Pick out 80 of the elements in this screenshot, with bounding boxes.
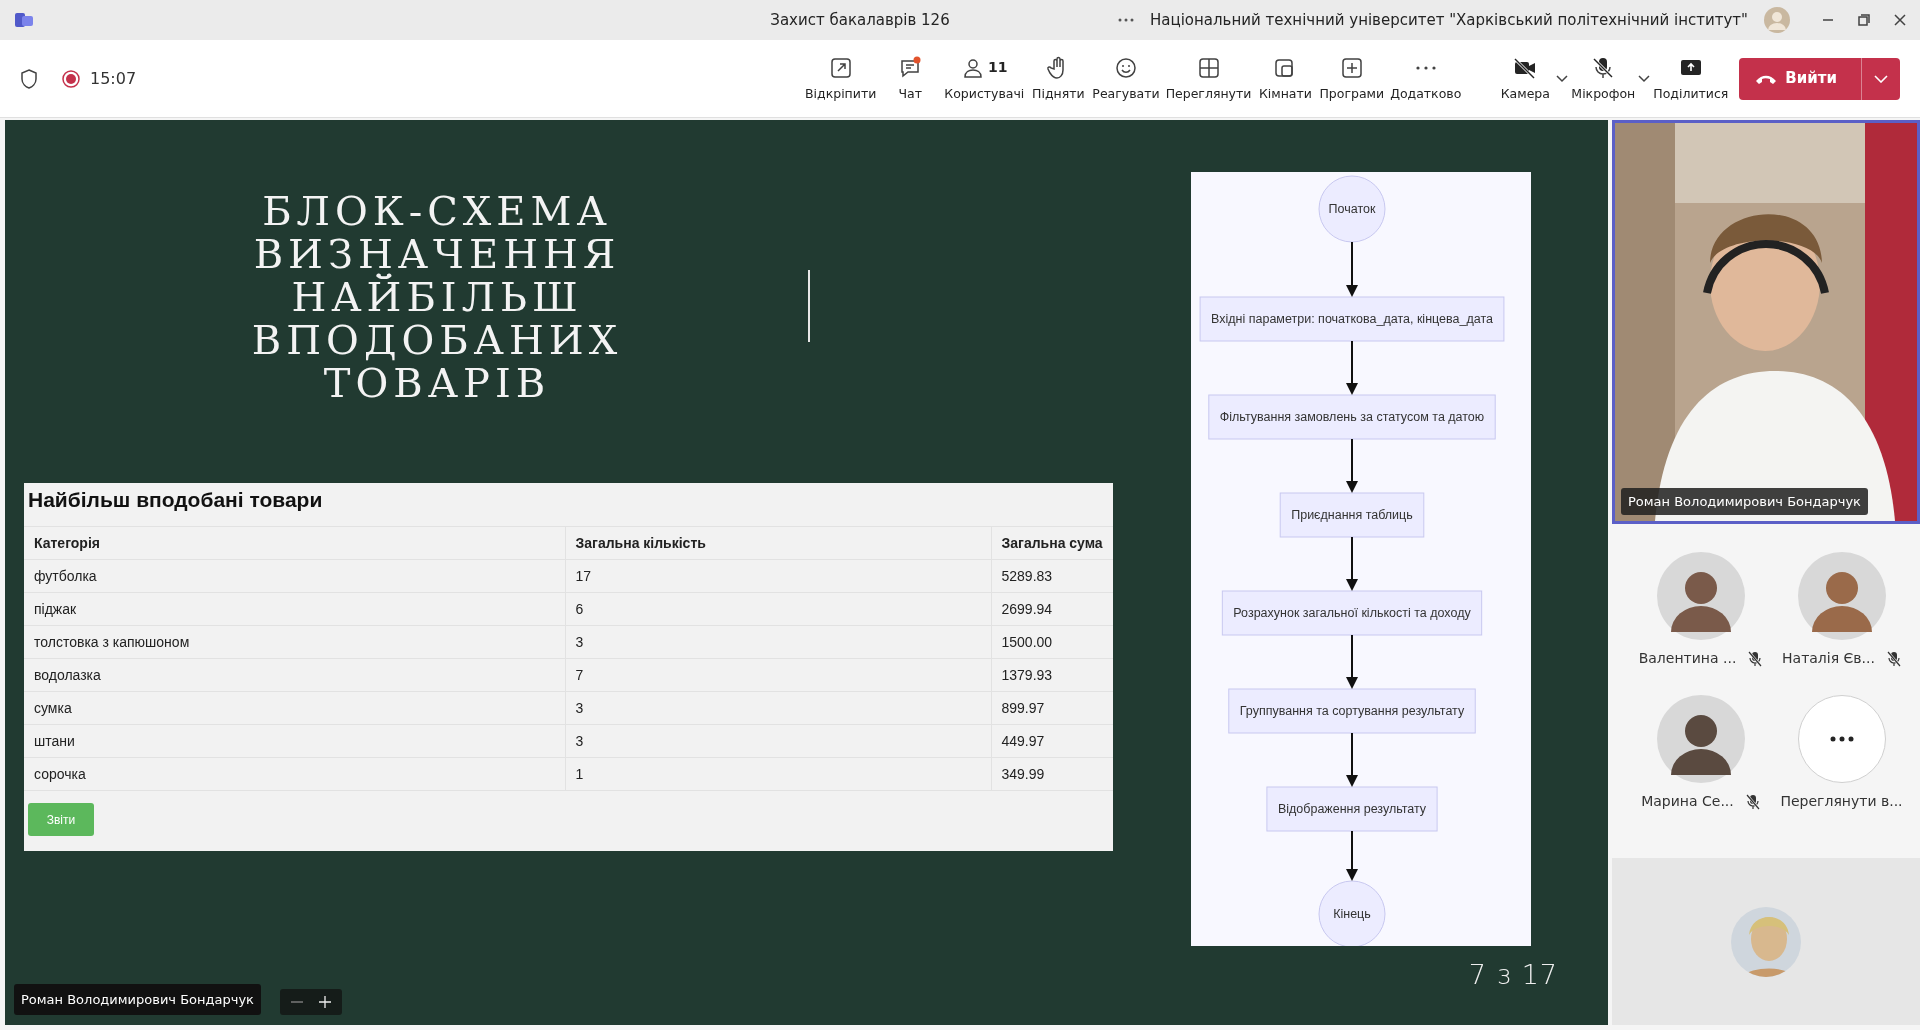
table-cell: водолазка (24, 658, 565, 692)
meeting-title: Захист бакалаврів 126 (770, 10, 950, 29)
table-cell: 1 (565, 757, 991, 791)
toolbar-button[interactable]: Додатково (1387, 49, 1465, 108)
flow-arrow (1346, 536, 1358, 591)
more-icon[interactable] (1118, 18, 1134, 22)
process-node: Розрахунок загальної кількості та доходу (1221, 590, 1483, 636)
toolbar-button[interactable]: Мікрофон (1568, 49, 1639, 108)
table-cell: 17 (565, 559, 991, 593)
zoom-in-icon[interactable] (318, 995, 332, 1009)
flow-arrow (1346, 634, 1358, 689)
smiley-icon (1114, 55, 1138, 80)
process-node: Приєднання таблиць (1279, 492, 1425, 538)
chevron-down-icon[interactable] (1638, 74, 1651, 83)
app-logo-icon (14, 12, 34, 28)
restore-icon[interactable] (1858, 14, 1870, 26)
chevron-down-icon (1874, 74, 1888, 83)
close-icon[interactable] (1894, 14, 1906, 26)
table-cell: 6 (565, 592, 991, 626)
column-header: Категорія (24, 526, 565, 560)
terminal-node: Початок (1318, 175, 1386, 243)
table-cell: 7 (565, 658, 991, 692)
toolbar-button[interactable]: Поділитися (1650, 49, 1732, 108)
toolbar-button[interactable]: 11 Користувачі (941, 49, 1028, 108)
toolbar-button[interactable]: Відкріпити (801, 49, 880, 108)
table-cell: піджак (24, 592, 565, 626)
table-cell: 1500.00 (991, 625, 1113, 659)
toolbar-button[interactable]: Чат (879, 49, 942, 108)
table-cell: сорочка (24, 757, 565, 791)
terminal-node: Кінець (1318, 880, 1386, 946)
table-cell: 3 (565, 724, 991, 758)
participant-name[interactable]: Переглянути в... (1780, 791, 1903, 812)
flow-arrow (1346, 241, 1358, 297)
toolbar-button[interactable]: Програми (1316, 49, 1388, 108)
table-cell: 3 (565, 691, 991, 725)
leave-button[interactable]: Вийти (1739, 57, 1900, 100)
process-node: Відображення результату (1266, 786, 1438, 832)
flow-arrow (1346, 438, 1358, 493)
column-header: Загальна кількість (565, 526, 991, 560)
flow-arrow (1346, 732, 1358, 787)
participant-name: Валентина ... (1638, 649, 1737, 668)
more-icon (1415, 65, 1436, 70)
participant-name: Роман Володимирович Бондарчук (1621, 487, 1868, 515)
table-cell: 899.97 (991, 691, 1113, 725)
column-header: Загальна сума (991, 526, 1113, 560)
toolbar-button[interactable]: Переглянути (1162, 49, 1255, 108)
slide-title: БЛОК-СХЕМА ВИЗНАЧЕННЯ НАЙБІЛЬШ ВПОДОБАНИХ ТОВАРІВ (250, 190, 624, 405)
toolbar-button[interactable]: Реагувати (1089, 49, 1163, 108)
participant-name: Наталія Єв... (1782, 649, 1875, 668)
table-cell: 449.97 (991, 724, 1113, 758)
table-cell: футболка (24, 559, 565, 593)
process-node: Фільтування замовлень за статусом та датою (1208, 394, 1496, 440)
toolbar-button[interactable]: Камера (1494, 49, 1557, 108)
table-cell: штани (24, 724, 565, 758)
chevron-down-icon[interactable] (1556, 74, 1569, 83)
shield-icon (20, 68, 38, 89)
presenter-name: Роман Володимирович Бондарчук (14, 983, 261, 1015)
more-icon (1829, 736, 1854, 742)
flow-arrow (1346, 830, 1358, 881)
table-cell: толстовка з капюшоном (24, 625, 565, 659)
table-cell: 2699.94 (991, 592, 1113, 626)
participant-name: Марина Се... (1641, 792, 1734, 811)
table-cell: 1379.93 (991, 658, 1113, 692)
toolbar-button[interactable]: Підняти (1027, 49, 1090, 108)
toolbar-button[interactable]: Кімнати (1254, 49, 1317, 108)
process-node: Вхідні параметри: початкова_дата, кінцева_дата (1199, 296, 1505, 342)
grid-icon (1196, 55, 1221, 80)
plus-icon (1339, 55, 1364, 80)
meeting-time: 15:07 (90, 67, 137, 90)
organization-name[interactable]: Національний технічний університет "Харківський політехнічний інститут" (1150, 8, 1748, 32)
table-cell: 3 (565, 625, 991, 659)
table-title: Найбільш вподобані товари (28, 487, 324, 513)
popout-icon (828, 55, 853, 80)
table-cell: сумка (24, 691, 565, 725)
flow-arrow (1346, 340, 1358, 395)
process-node: Группування та сортування результату (1228, 688, 1476, 734)
page-indicator: 7 з 17 (1468, 957, 1558, 992)
table-cell: 349.99 (991, 757, 1113, 791)
participant-count: 11 (988, 58, 1008, 78)
table-cell: 5289.83 (991, 559, 1113, 593)
